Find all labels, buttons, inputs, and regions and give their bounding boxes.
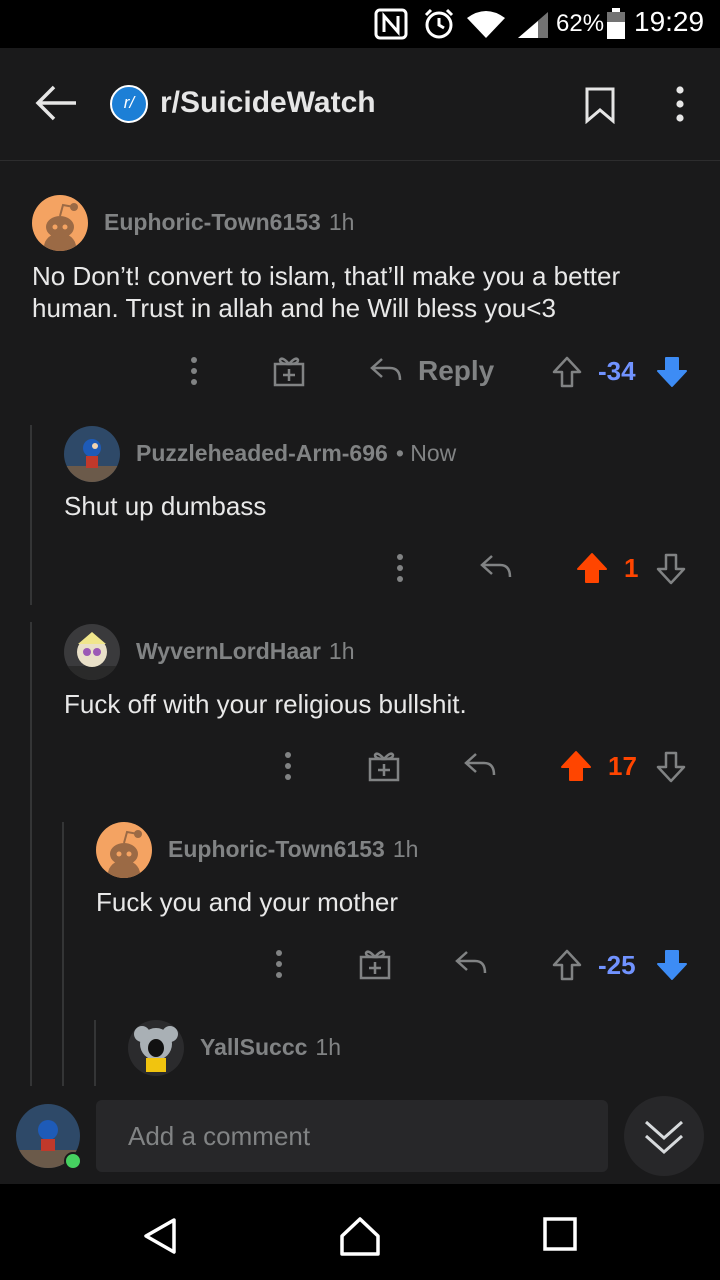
- comment-time: 1h: [328, 209, 355, 235]
- signal-icon: [518, 12, 548, 38]
- comment-composer: Add a comment: [0, 1086, 720, 1184]
- comment-input[interactable]: Add a comment: [96, 1100, 608, 1172]
- comment-body: Fuck you and your mother: [96, 887, 399, 917]
- more-options-icon[interactable]: [186, 356, 202, 386]
- downvote-icon[interactable]: [656, 356, 688, 388]
- battery-icon: [607, 8, 625, 39]
- thread-line[interactable]: [30, 622, 32, 1086]
- award-icon[interactable]: [367, 749, 401, 783]
- status-bar: 62% 19:29: [0, 0, 720, 48]
- avatar[interactable]: [96, 822, 152, 878]
- upvote-icon[interactable]: [560, 750, 592, 782]
- avatar[interactable]: [64, 426, 120, 482]
- thread-line[interactable]: [30, 425, 32, 605]
- comment-author[interactable]: WyvernLordHaar 1h: [136, 638, 355, 665]
- more-options-icon[interactable]: [271, 949, 287, 979]
- vote-score: -34: [598, 356, 636, 386]
- bookmark-icon[interactable]: [584, 86, 616, 124]
- avatar[interactable]: [64, 624, 120, 680]
- comment-author[interactable]: Puzzleheaded-Arm-696 • Now: [136, 440, 456, 467]
- nav-home-icon[interactable]: [338, 1214, 382, 1258]
- battery-percent: 62%: [556, 10, 605, 37]
- comment-author[interactable]: YallSuccc 1h: [200, 1034, 341, 1061]
- nav-back-icon[interactable]: [140, 1216, 180, 1256]
- award-icon[interactable]: [358, 947, 392, 981]
- vote-score: 17: [608, 751, 637, 781]
- downvote-icon[interactable]: [656, 949, 688, 981]
- online-indicator: [64, 1152, 82, 1170]
- vote-score: 1: [624, 553, 639, 583]
- vote-score: -25: [598, 950, 636, 980]
- reply-button[interactable]: Reply: [418, 355, 494, 387]
- comment-body: Fuck off with your religious bullshit.: [64, 689, 467, 719]
- comment-time: 1h: [315, 1034, 342, 1060]
- wifi-icon: [467, 11, 505, 38]
- reply-icon[interactable]: [370, 356, 402, 384]
- award-icon[interactable]: [272, 354, 306, 388]
- avatar[interactable]: [32, 195, 88, 251]
- comment-author[interactable]: Euphoric-Town6153 1h: [104, 209, 354, 236]
- thread-line[interactable]: [62, 822, 64, 1086]
- reply-icon[interactable]: [464, 751, 496, 779]
- thread-line[interactable]: [94, 1020, 96, 1086]
- comment-body: No Don’t! convert to islam, that’ll make…: [32, 261, 621, 323]
- more-options-icon[interactable]: [668, 86, 692, 122]
- subreddit-icon[interactable]: r/: [110, 85, 148, 123]
- top-app-bar: r/ r/SuicideWatch: [0, 48, 720, 161]
- upvote-icon[interactable]: [552, 949, 582, 981]
- comment-author[interactable]: Euphoric-Town6153 1h: [168, 836, 418, 863]
- system-nav-bar: [0, 1184, 720, 1280]
- comment-time: • Now: [395, 440, 457, 466]
- comment-body: Shut up dumbass: [64, 491, 267, 521]
- avatar[interactable]: [128, 1020, 184, 1076]
- upvote-icon[interactable]: [576, 552, 608, 584]
- more-options-icon[interactable]: [280, 751, 296, 781]
- subreddit-name[interactable]: r/SuicideWatch: [160, 86, 376, 120]
- comment-time: 1h: [392, 836, 419, 862]
- upvote-icon[interactable]: [552, 356, 582, 388]
- more-options-icon[interactable]: [392, 553, 408, 583]
- downvote-icon[interactable]: [656, 751, 686, 783]
- alarm-icon: [424, 8, 454, 39]
- double-chevron-down-icon: [645, 1120, 683, 1155]
- collapse-comments-button[interactable]: [624, 1096, 704, 1176]
- reply-icon[interactable]: [455, 949, 487, 977]
- reply-icon[interactable]: [480, 553, 512, 581]
- nav-recents-icon[interactable]: [542, 1216, 578, 1252]
- back-arrow-icon[interactable]: [32, 83, 80, 123]
- downvote-icon[interactable]: [656, 553, 686, 585]
- comment-time: 1h: [328, 638, 355, 664]
- nfc-icon: [374, 8, 408, 40]
- clock: 19:29: [634, 6, 705, 37]
